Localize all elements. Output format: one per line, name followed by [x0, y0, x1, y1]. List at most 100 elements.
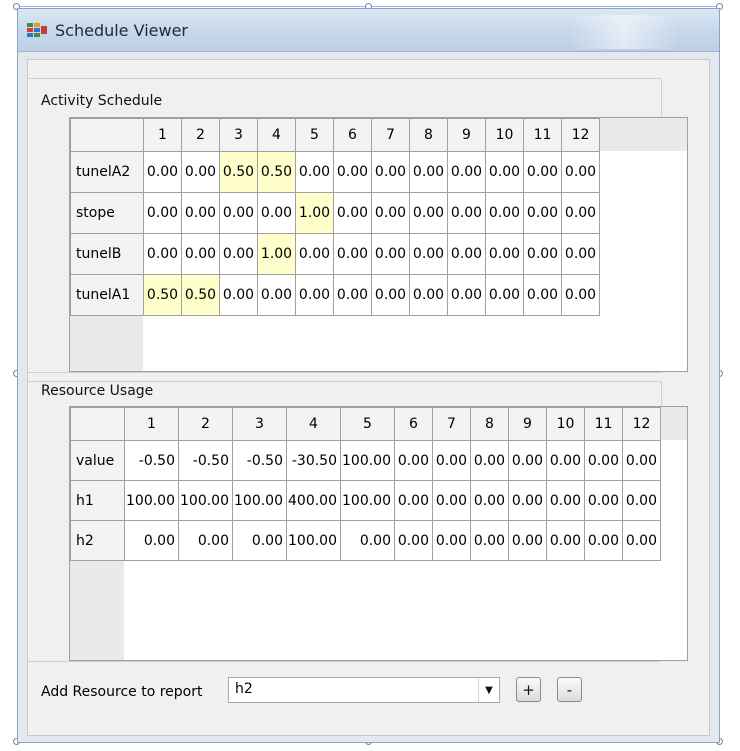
column-header[interactable]: 7 — [371, 118, 410, 152]
table-cell[interactable]: 0.00 — [561, 151, 600, 193]
table-cell[interactable]: 0.00 — [181, 192, 220, 234]
table-cell[interactable]: 1.00 — [295, 192, 334, 234]
table-cell[interactable]: 0.00 — [470, 520, 509, 561]
table-cell[interactable]: 0.00 — [409, 233, 448, 275]
activity-schedule-table[interactable]: 1 2 3 4 5 6 7 8 9 10 11 12 tunelA2 0.00 0.00 0.50 0.50 0.… — [69, 117, 688, 372]
table-cell[interactable]: 0.00 — [432, 480, 471, 521]
column-header[interactable]: 10 — [485, 118, 524, 152]
column-header[interactable]: 1 — [124, 407, 179, 441]
table-cell[interactable]: -0.50 — [124, 440, 179, 481]
column-header[interactable]: 4 — [286, 407, 341, 441]
table-cell[interactable]: 100.00 — [340, 440, 395, 481]
table-corner[interactable] — [70, 118, 144, 152]
table-cell[interactable]: 0.00 — [295, 233, 334, 275]
table-cell[interactable]: 0.00 — [523, 151, 562, 193]
table-corner[interactable] — [70, 407, 125, 441]
column-header[interactable]: 6 — [333, 118, 372, 152]
table-cell[interactable]: 0.50 — [257, 151, 296, 193]
table-cell[interactable]: 0.00 — [485, 192, 524, 234]
activity-grid[interactable]: 1 2 3 4 5 6 7 8 9 10 11 12 tunelA2 0.00 0.00 0.50 0.50 0.… — [70, 118, 600, 316]
table-cell[interactable]: 0.00 — [447, 274, 486, 316]
column-header[interactable]: 2 — [181, 118, 220, 152]
table-cell[interactable]: 0.00 — [447, 192, 486, 234]
table-cell[interactable]: 0.00 — [470, 480, 509, 521]
table-cell[interactable]: 0.00 — [295, 151, 334, 193]
table-cell[interactable]: 100.00 — [340, 480, 395, 521]
table-cell[interactable]: 0.00 — [409, 151, 448, 193]
column-header[interactable]: 5 — [340, 407, 395, 441]
table-cell[interactable]: 0.00 — [523, 192, 562, 234]
resource-usage-table[interactable]: 1 2 3 4 5 6 7 8 9 10 11 12 value -0.50 -0.50 -0.50 -30.5… — [69, 406, 688, 661]
table-cell[interactable]: 0.00 — [333, 274, 372, 316]
column-header[interactable]: 5 — [295, 118, 334, 152]
table-cell[interactable]: 0.00 — [584, 480, 623, 521]
row-header[interactable]: stope — [70, 192, 144, 234]
table-cell[interactable]: 0.00 — [432, 440, 471, 481]
column-header[interactable]: 11 — [584, 407, 623, 441]
table-cell[interactable]: 0.00 — [523, 233, 562, 275]
table-cell[interactable]: 0.00 — [333, 192, 372, 234]
table-cell[interactable]: 0.50 — [219, 151, 258, 193]
table-cell[interactable]: 400.00 — [286, 480, 341, 521]
table-cell[interactable]: 0.50 — [143, 274, 182, 316]
table-cell[interactable]: 0.00 — [508, 440, 547, 481]
table-cell[interactable]: 0.00 — [181, 233, 220, 275]
table-cell[interactable]: 0.00 — [371, 192, 410, 234]
table-cell[interactable]: 0.00 — [333, 151, 372, 193]
table-cell[interactable]: 0.00 — [485, 151, 524, 193]
column-header[interactable]: 3 — [219, 118, 258, 152]
table-cell[interactable]: 0.00 — [333, 233, 372, 275]
table-cell[interactable]: 0.00 — [371, 151, 410, 193]
resource-grid[interactable]: 1 2 3 4 5 6 7 8 9 10 11 12 value -0.50 -0.50 -0.50 -30.5… — [70, 407, 661, 561]
table-cell[interactable]: 0.00 — [561, 274, 600, 316]
table-cell[interactable]: 0.00 — [432, 520, 471, 561]
table-cell[interactable]: 0.00 — [394, 520, 433, 561]
table-cell[interactable]: 100.00 — [232, 480, 287, 521]
table-cell[interactable]: 0.00 — [219, 192, 258, 234]
table-cell[interactable]: 0.00 — [257, 192, 296, 234]
table-cell[interactable]: 0.00 — [470, 440, 509, 481]
column-header[interactable]: 10 — [546, 407, 585, 441]
row-header[interactable]: value — [70, 440, 125, 481]
table-cell[interactable]: 0.00 — [219, 274, 258, 316]
table-cell[interactable]: 0.00 — [124, 520, 179, 561]
resource-select[interactable]: h2 ▼ — [228, 677, 500, 703]
table-cell[interactable]: 0.00 — [394, 440, 433, 481]
remove-resource-button[interactable]: - — [557, 677, 582, 702]
column-header[interactable]: 8 — [409, 118, 448, 152]
column-header[interactable]: 9 — [508, 407, 547, 441]
table-cell[interactable]: 0.00 — [340, 520, 395, 561]
table-cell[interactable]: 0.00 — [409, 192, 448, 234]
column-header[interactable]: 4 — [257, 118, 296, 152]
table-cell[interactable]: 0.00 — [485, 274, 524, 316]
table-cell[interactable]: 100.00 — [286, 520, 341, 561]
column-header[interactable]: 1 — [143, 118, 182, 152]
table-cell[interactable]: 0.00 — [447, 151, 486, 193]
table-cell[interactable]: 1.00 — [257, 233, 296, 275]
add-resource-button[interactable]: + — [516, 677, 541, 702]
column-header[interactable]: 3 — [232, 407, 287, 441]
table-cell[interactable]: 0.00 — [447, 233, 486, 275]
table-cell[interactable]: 0.00 — [584, 520, 623, 561]
row-header[interactable]: h2 — [70, 520, 125, 561]
column-header[interactable]: 9 — [447, 118, 486, 152]
table-cell[interactable]: 0.00 — [371, 274, 410, 316]
row-header[interactable]: tunelA1 — [70, 274, 144, 316]
table-cell[interactable]: 0.00 — [181, 151, 220, 193]
table-cell[interactable]: 0.00 — [622, 480, 661, 521]
table-cell[interactable]: 100.00 — [178, 480, 233, 521]
table-cell[interactable]: 0.00 — [178, 520, 233, 561]
table-cell[interactable]: 0.00 — [546, 440, 585, 481]
title-bar[interactable]: Schedule Viewer — [18, 9, 719, 52]
table-cell[interactable]: 0.00 — [143, 233, 182, 275]
table-cell[interactable]: 0.00 — [485, 233, 524, 275]
table-cell[interactable]: 0.00 — [257, 274, 296, 316]
column-header[interactable]: 12 — [561, 118, 600, 152]
table-cell[interactable]: 0.00 — [523, 274, 562, 316]
column-header[interactable]: 6 — [394, 407, 433, 441]
table-cell[interactable]: 0.00 — [394, 480, 433, 521]
table-cell[interactable]: 0.50 — [181, 274, 220, 316]
table-cell[interactable]: -0.50 — [232, 440, 287, 481]
table-cell[interactable]: -0.50 — [178, 440, 233, 481]
table-cell[interactable]: 0.00 — [508, 480, 547, 521]
